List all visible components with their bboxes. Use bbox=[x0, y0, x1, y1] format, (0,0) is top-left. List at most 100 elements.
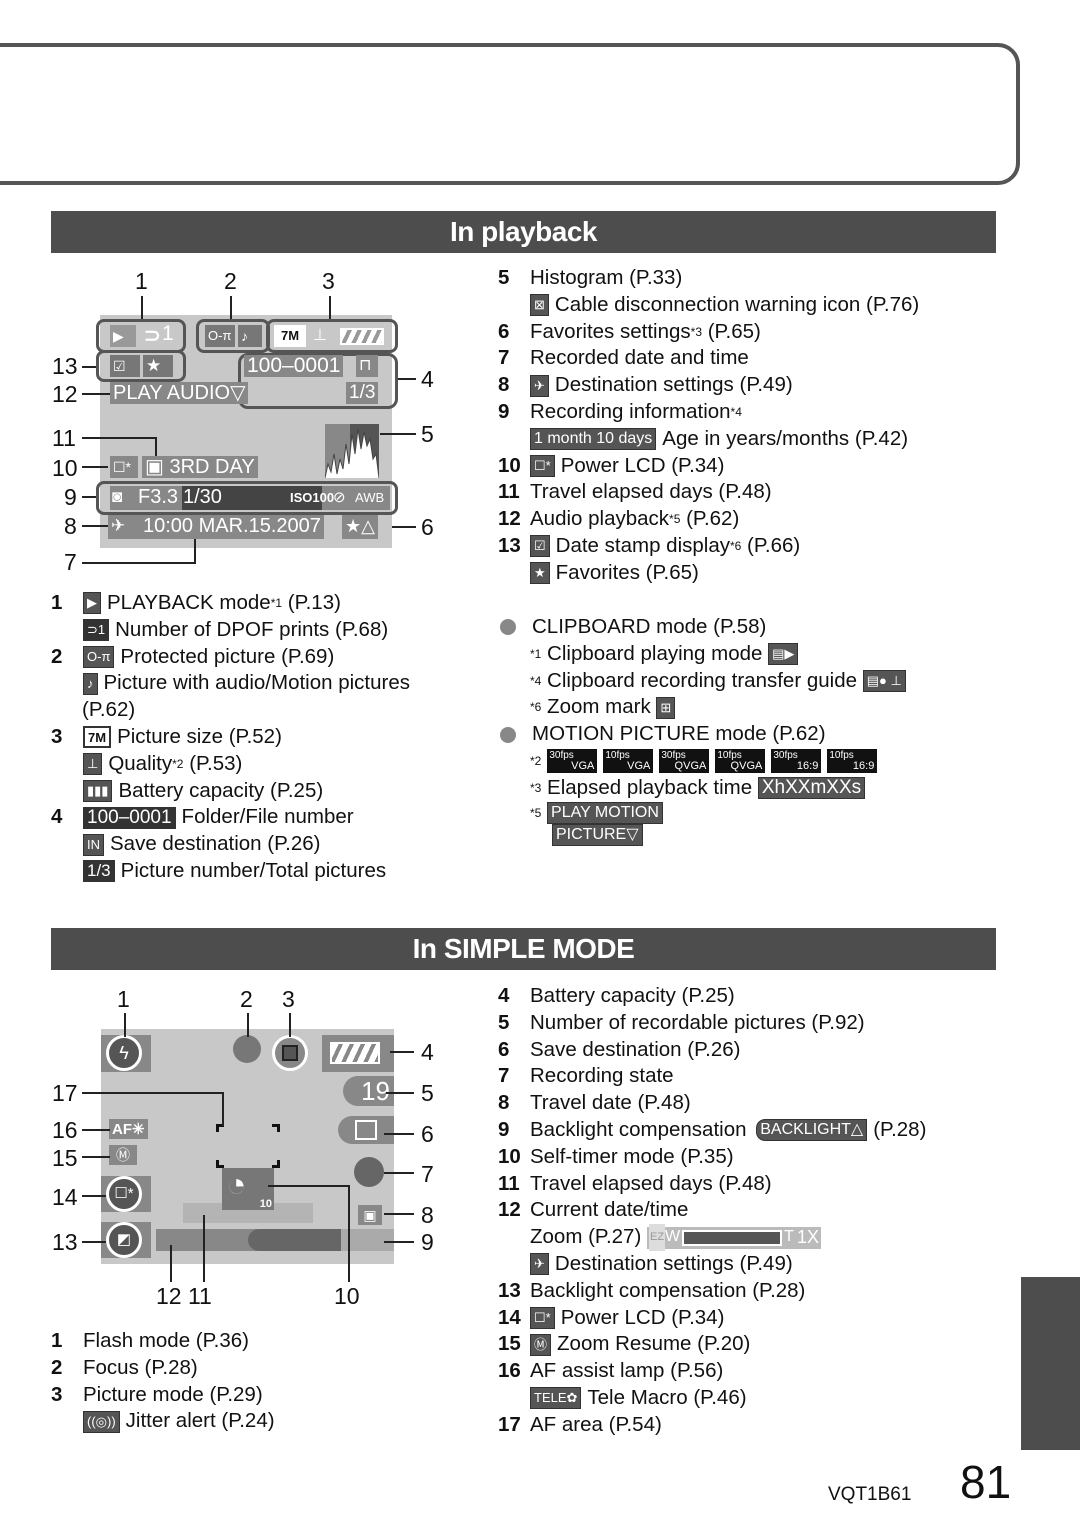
fps-size: QVGA bbox=[730, 760, 763, 773]
callout-9: 9 bbox=[421, 1229, 434, 1255]
legend-item: 13 ☑ Date stamp display *6 (P.66) bbox=[498, 533, 919, 560]
legend-item: ⊥ Quality *2 (P.53) bbox=[51, 751, 410, 778]
leader-line bbox=[384, 1172, 414, 1174]
recordable-count: 19 bbox=[343, 1076, 394, 1106]
callout-10: 10 bbox=[334, 1283, 360, 1309]
favorites-setting: ★△ bbox=[342, 515, 378, 539]
item-text: AF assist lamp (P.56) bbox=[530, 1359, 724, 1383]
item-number: 4 bbox=[51, 805, 63, 829]
flash-off-icon: ⊘ bbox=[333, 489, 346, 506]
item-text: Picture with audio/Motion pictures bbox=[103, 671, 411, 695]
item-text: Battery capacity (P.25) bbox=[530, 984, 735, 1007]
date-stamp-icon: ☑ bbox=[110, 355, 140, 377]
note-text: Elapsed playback time bbox=[547, 775, 753, 799]
legend-item: 8 ✈ Destination settings (P.49) bbox=[498, 372, 919, 399]
callout-7: 7 bbox=[64, 549, 77, 575]
power-lcd-icon: ☐* bbox=[530, 454, 555, 477]
item-text: Recording state bbox=[530, 1064, 674, 1088]
legend-item: 12 Current date/time bbox=[498, 1197, 926, 1224]
item-number: 10 bbox=[498, 1144, 521, 1168]
callout-4: 4 bbox=[421, 366, 434, 392]
legend-item: 5 Number of recordable pictures (P.92) bbox=[498, 1010, 926, 1037]
folder-file-number: 100–0001 bbox=[244, 355, 344, 377]
section-header-playback: In playback bbox=[51, 211, 996, 253]
simple-legend-right: 4 Battery capacity (P.25) 5 Number of reco… bbox=[498, 983, 926, 1439]
item-number: 3 bbox=[51, 724, 63, 748]
item-text: Destination settings (P.49) bbox=[554, 373, 793, 397]
note-text: Zoom mark bbox=[547, 695, 651, 719]
callout-6: 6 bbox=[421, 514, 434, 540]
picture-number-icon: 1/3 bbox=[83, 860, 115, 883]
item-text: Current date/time bbox=[530, 1198, 689, 1222]
callout-13: 13 bbox=[52, 353, 78, 379]
white-balance: AWB bbox=[355, 490, 385, 505]
item-text: (P.62) bbox=[82, 698, 136, 722]
callout-2: 2 bbox=[240, 986, 253, 1012]
fps-icon: 30fps VGA bbox=[547, 749, 598, 774]
footnote-mark: *1 bbox=[530, 646, 542, 661]
note-motion: MOTION PICTURE mode (P.62) bbox=[498, 721, 912, 748]
item-number: 6 bbox=[498, 1037, 510, 1061]
legend-item: 9 Recording information *4 bbox=[498, 399, 919, 426]
legend-item: 10 ☐* Power LCD (P.34) bbox=[498, 453, 919, 480]
audio-icon: ♪ bbox=[238, 325, 262, 347]
fps-size: 16:9 bbox=[852, 760, 875, 773]
legend-item: 6 Favorites settings *3 (P.65) bbox=[498, 319, 919, 346]
leader-line bbox=[203, 1215, 205, 1282]
picture-count: 1/3 bbox=[346, 382, 379, 404]
zoom-mark-icon: ⊞ bbox=[656, 696, 676, 719]
legend-item: 12 Audio playback *5 (P.62) bbox=[498, 506, 919, 533]
flash-icon: ϟ bbox=[106, 1035, 142, 1071]
destination-icon: ✈ bbox=[108, 515, 140, 539]
footnote-mark: *1 bbox=[270, 596, 283, 610]
callout-10: 10 bbox=[52, 455, 78, 481]
legend-item: ♪ Picture with audio/Motion pictures bbox=[51, 670, 410, 697]
item-text: Zoom Resume (P.20) bbox=[557, 1332, 751, 1356]
top-frame bbox=[0, 43, 1020, 185]
item-number: 8 bbox=[498, 373, 510, 397]
legend-item: 8 Travel date (P.48) bbox=[498, 1090, 926, 1117]
callout-2: 2 bbox=[224, 268, 237, 294]
callout-14: 14 bbox=[52, 1184, 78, 1210]
picture-mode-icon bbox=[272, 1035, 308, 1071]
leader-line bbox=[82, 1195, 106, 1197]
item-text: Destination settings (P.49) bbox=[554, 1251, 793, 1275]
callout-1: 1 bbox=[117, 986, 130, 1012]
camera-icon: ◙ bbox=[112, 487, 123, 506]
fps-icon: 30fps 16:9 bbox=[771, 749, 822, 774]
footnote-mark: *4 bbox=[730, 404, 742, 419]
power-lcd-icon: ☐* bbox=[110, 456, 138, 478]
legend-item: 2 O‑π Protected picture (P.69) bbox=[51, 644, 410, 671]
playback-notes: CLIPBOARD mode (P.58) *1 Clipboard playi… bbox=[498, 614, 912, 846]
date-stamp-icon: ☑ bbox=[530, 535, 550, 558]
footnote-mark: *3 bbox=[530, 780, 542, 795]
item-text: Self-timer mode (P.35) bbox=[530, 1144, 734, 1168]
backlight-icon: ◩ bbox=[106, 1222, 142, 1258]
legend-item: 7 Recording state bbox=[498, 1063, 926, 1090]
leader-line bbox=[82, 1241, 106, 1243]
item-number: 9 bbox=[498, 399, 510, 423]
item-number: 11 bbox=[498, 480, 520, 504]
legend-item: 5 Histogram (P.33) bbox=[498, 265, 919, 292]
iso-value: ISO100 bbox=[290, 490, 335, 505]
leader-line bbox=[348, 1185, 350, 1282]
leader-line bbox=[82, 466, 108, 468]
legend-item: 7 Recorded date and time bbox=[498, 345, 919, 372]
date-bar-dark bbox=[248, 1229, 341, 1251]
leader-line bbox=[386, 1092, 414, 1094]
legend-item: ★ Favorites (P.65) bbox=[498, 560, 919, 587]
save-destination-badge bbox=[338, 1116, 394, 1144]
power-lcd-icon: ☐* bbox=[530, 1306, 555, 1329]
legend-item: 3 7M Picture size (P.52) bbox=[51, 724, 410, 751]
note-item: *2 30fps VGA 10fps VGA 30fps QVGA 10fps QVGA… bbox=[498, 748, 912, 775]
zoom-ratio: 1X bbox=[796, 1227, 819, 1248]
item-number: 16 bbox=[498, 1359, 521, 1383]
elapsed-time-icon: XhXXmXXs bbox=[757, 777, 866, 800]
fps-size: VGA bbox=[627, 760, 651, 773]
note-item: *3 Elapsed playback time XhXXmXXs bbox=[498, 775, 912, 802]
legend-item: 4 Battery capacity (P.25) bbox=[498, 983, 926, 1010]
leader-line bbox=[390, 1051, 414, 1053]
legend-item: 1 ▶ PLAYBACK mode *1 (P.13) bbox=[51, 590, 410, 617]
audio-icon: ♪ bbox=[83, 672, 98, 695]
item-text: Travel date (P.48) bbox=[530, 1091, 691, 1115]
